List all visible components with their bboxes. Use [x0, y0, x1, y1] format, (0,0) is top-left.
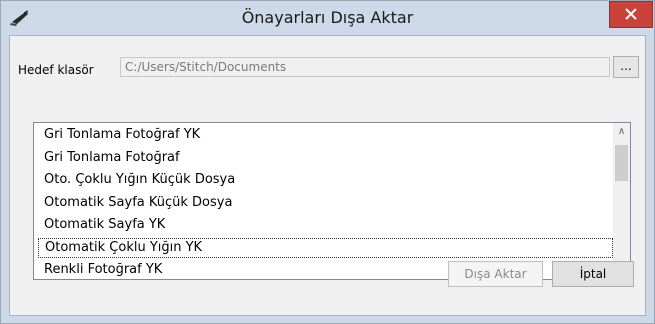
chevron-up-icon[interactable]: ∧ [613, 123, 630, 140]
scroll-thumb[interactable] [615, 145, 628, 181]
title-bar[interactable]: Önayarları Dışa Aktar [1, 1, 654, 35]
dialog-title: Önayarları Dışa Aktar [241, 8, 414, 27]
export-button[interactable]: Dışa Aktar [448, 261, 543, 287]
list-item[interactable]: Oto. Çoklu Yığın Küçük Dosya [38, 170, 613, 190]
list-item[interactable]: Gri Tonlama Fotoğraf YK [38, 125, 613, 145]
scrollbar[interactable]: ∧ ∨ [613, 123, 630, 279]
browse-button[interactable]: ... [613, 56, 639, 78]
target-folder-field: C:/Users/Stitch/Documents [120, 57, 610, 77]
close-icon [625, 5, 637, 24]
list-item[interactable]: Otomatik Sayfa YK [38, 215, 613, 235]
list-item[interactable]: Gri Tonlama Fotoğraf [38, 148, 613, 168]
list-item[interactable]: Otomatik Çoklu Yığın YK [38, 237, 613, 258]
close-button[interactable] [609, 1, 653, 28]
export-presets-dialog: Önayarları Dışa Aktar Hedef klasör C:/Us… [0, 0, 655, 324]
target-folder-label: Hedef klasör [18, 63, 94, 77]
cancel-button[interactable]: İptal [552, 261, 634, 287]
preset-list[interactable]: ∧ ∨ Gri Tonlama Fotoğraf YK Gri Tonlama F… [33, 122, 631, 280]
list-item[interactable]: Otomatik Sayfa Küçük Dosya [38, 193, 613, 213]
dialog-body: Hedef klasör C:/Users/Stitch/Documents .… [9, 35, 646, 316]
